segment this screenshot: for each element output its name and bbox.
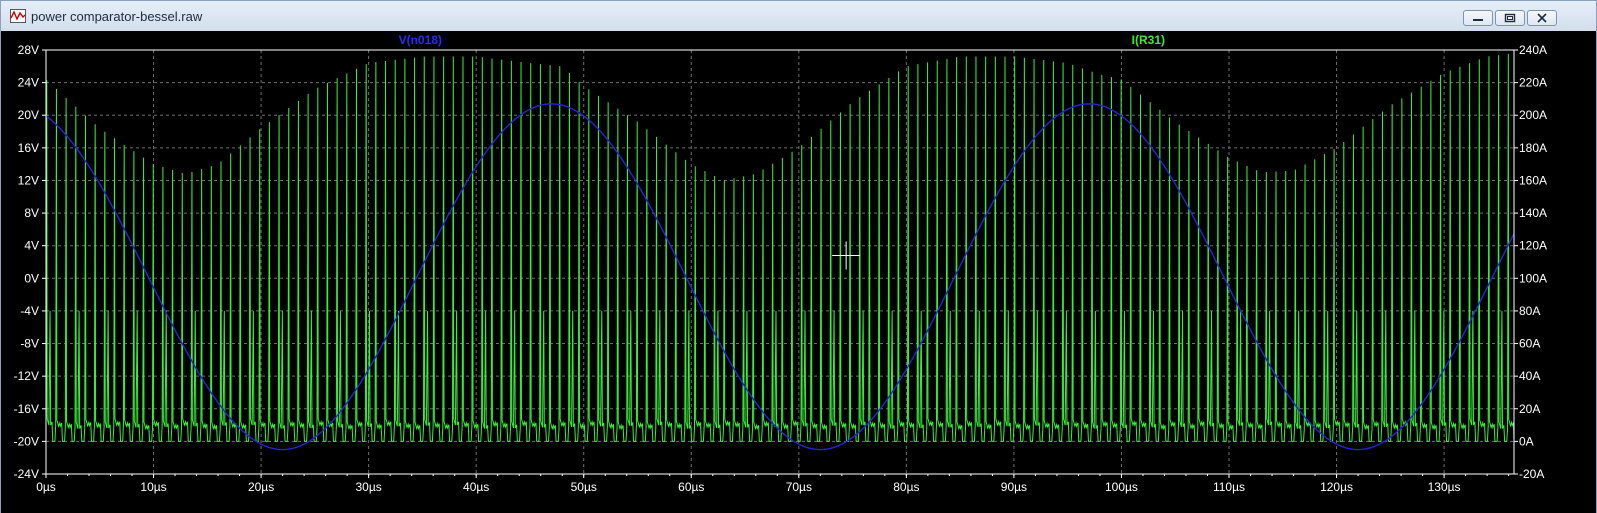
crosshair-cursor xyxy=(832,241,861,270)
y-right-tick-label: -20A xyxy=(1519,467,1544,481)
x-tick-label: 60µs xyxy=(678,480,704,494)
close-icon xyxy=(1537,13,1547,23)
waveform-app-icon xyxy=(10,9,26,23)
x-tick-label: 70µs xyxy=(786,480,812,494)
close-button[interactable] xyxy=(1527,10,1557,26)
plot-pane[interactable]: 28V 240A 24V 220A 20V 200A 16V 180A 12V 160A 8V 140… xyxy=(1,31,1596,513)
x-tick-label: 40µs xyxy=(463,480,489,494)
y-left-tick-label: -20V xyxy=(14,434,39,448)
y-right-tick-label: 200A xyxy=(1519,108,1547,122)
traces xyxy=(45,53,1515,451)
trace-v-n018 xyxy=(45,103,1515,451)
y-left-tick-label: -16V xyxy=(14,402,39,416)
restore-button[interactable] xyxy=(1495,10,1525,26)
plot-frame xyxy=(45,49,1515,475)
restore-icon xyxy=(1504,13,1516,23)
y-left-tick-label: 24V xyxy=(18,76,39,90)
y-left-tick-label: -12V xyxy=(14,369,39,383)
y-left-tick-label: 12V xyxy=(18,173,39,187)
x-tick-label: 20µs xyxy=(248,480,274,494)
y-left-tick-label: 28V xyxy=(18,43,39,57)
trace-labels[interactable]: V(n018) I(R31) xyxy=(399,33,1165,47)
y-right-tick-label: 0A xyxy=(1519,434,1534,448)
x-tick-label: 120µs xyxy=(1320,480,1353,494)
y-right-tick-label: 60A xyxy=(1519,337,1540,351)
y-right-tick-label: 240A xyxy=(1519,43,1547,57)
y-left-tick-label: -4V xyxy=(20,304,39,318)
grid xyxy=(45,49,1514,475)
y-right-tick-label: 220A xyxy=(1519,76,1547,90)
trace-label-v-n018[interactable]: V(n018) xyxy=(399,33,442,47)
x-tick-label: 0µs xyxy=(36,480,56,494)
y-left-tick-label: -24V xyxy=(14,467,39,481)
y-left-tick-label: 4V xyxy=(24,239,39,253)
y-left-tick-label: 20V xyxy=(18,108,39,122)
x-tick-label: 110µs xyxy=(1213,480,1245,494)
minimize-icon xyxy=(1473,19,1483,21)
y-right-tick-label: 100A xyxy=(1519,271,1547,285)
x-tick-label: 10µs xyxy=(140,480,166,494)
trace-label-i-r31[interactable]: I(R31) xyxy=(1132,33,1165,47)
waveform-plot[interactable]: 28V 240A 24V 220A 20V 200A 16V 180A 12V 160A 8V 140… xyxy=(1,31,1596,513)
y-right-tick-label: 120A xyxy=(1519,239,1547,253)
y-left-tick-label: -8V xyxy=(20,337,39,351)
y-right-tick-label: 80A xyxy=(1519,304,1540,318)
y-right-tick-label: 40A xyxy=(1519,369,1540,383)
x-tick-label: 30µs xyxy=(356,480,382,494)
y-right-tick-label: 180A xyxy=(1519,141,1547,155)
x-tick-label: 130µs xyxy=(1428,480,1461,494)
y-left-tick-label: 16V xyxy=(18,141,39,155)
y-right-tick-label: 160A xyxy=(1519,173,1547,187)
x-tick-label: 90µs xyxy=(1001,480,1027,494)
y-left-tick-label: 8V xyxy=(24,206,39,220)
y-right-tick-label: 20A xyxy=(1519,402,1540,416)
minimize-button[interactable] xyxy=(1463,10,1493,26)
title-bar[interactable]: power comparator-bessel.raw xyxy=(1,1,1596,31)
y-left-tick-label: 0V xyxy=(24,271,39,285)
x-tick-label: 100µs xyxy=(1105,480,1138,494)
x-tick-label: 80µs xyxy=(893,480,919,494)
trace-i-r31 xyxy=(45,53,1515,442)
y-right-tick-label: 140A xyxy=(1519,206,1547,220)
window-title: power comparator-bessel.raw xyxy=(31,9,203,24)
waveform-window: power comparator-bessel.raw 28V 240A 24V 22… xyxy=(0,0,1597,513)
x-tick-label: 50µs xyxy=(571,480,597,494)
